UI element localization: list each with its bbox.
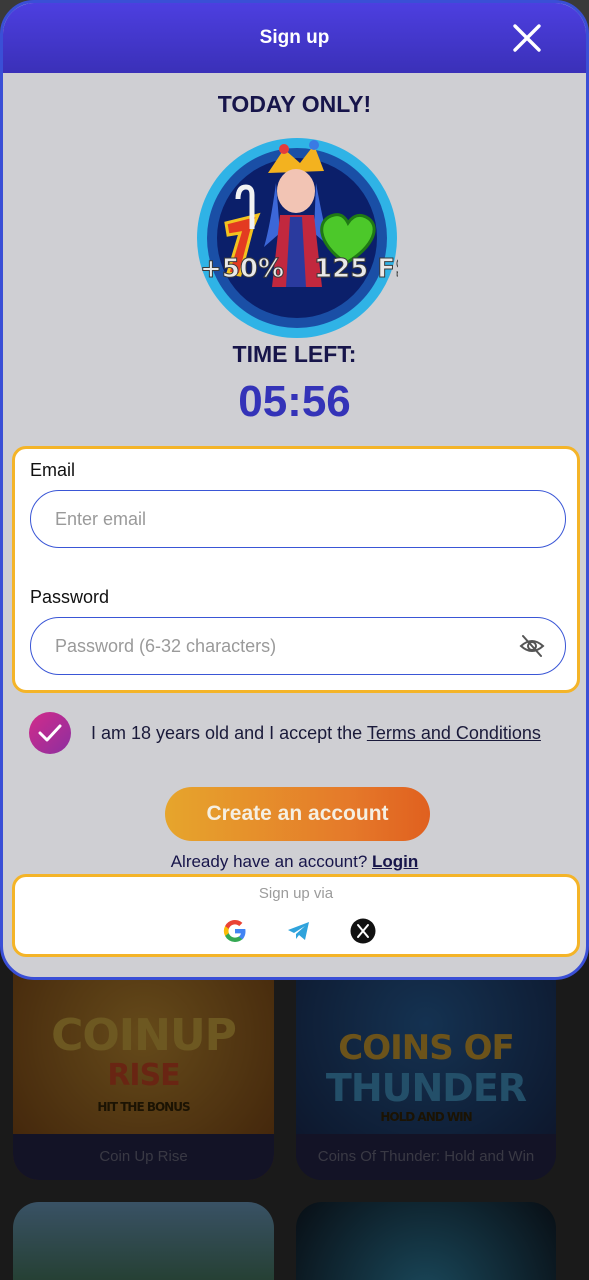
game-art-tagline: HIT THE BONUS xyxy=(97,1100,190,1114)
telegram-icon[interactable] xyxy=(286,918,312,944)
game-art-subtitle: THUNDER xyxy=(325,1066,527,1110)
checkmark-icon xyxy=(38,724,62,742)
terms-label: I am 18 years old and I accept the xyxy=(91,722,367,743)
login-link[interactable]: Login xyxy=(372,852,418,871)
terms-text: I am 18 years old and I accept the Terms… xyxy=(91,723,541,744)
game-art-title: COINUP xyxy=(51,1010,237,1061)
free-spins-text: 125 FS xyxy=(314,254,398,284)
games-grid: COINUP RISE HIT THE BONUS Coin Up Rise C… xyxy=(0,940,589,1280)
promo-badge: +50% 125 FS xyxy=(196,137,414,339)
countdown-timer: 05:56 xyxy=(238,377,351,426)
game-card-fisherman[interactable] xyxy=(13,1202,274,1280)
modal-title: Sign up xyxy=(259,27,330,48)
game-art-tagline: HOLD AND WIN xyxy=(380,1110,472,1124)
timer-label: TIME LEFT: xyxy=(232,341,357,367)
modal-header: Sign up xyxy=(3,3,586,73)
email-field[interactable] xyxy=(55,508,541,530)
email-field-wrapper[interactable] xyxy=(30,490,566,548)
google-icon[interactable] xyxy=(222,918,248,944)
password-field[interactable] xyxy=(55,635,519,657)
social-signup-title: Sign up via xyxy=(258,885,334,902)
game-title: Coins Of Thunder: Hold and Win xyxy=(296,1134,556,1180)
hide-password-icon[interactable] xyxy=(519,633,545,659)
game-art-title: COINS OF xyxy=(338,1028,514,1068)
terms-row: I am 18 years old and I accept the Terms… xyxy=(29,711,569,755)
promo-heading: TODAY ONLY! xyxy=(217,91,372,117)
terms-link[interactable]: Terms and Conditions xyxy=(367,723,541,743)
game-card-diamond[interactable] xyxy=(296,1202,556,1280)
game-title: Coin Up Rise xyxy=(13,1134,274,1180)
login-prompt-text: Already have an account? xyxy=(170,852,373,871)
bonus-percent-text: +50% xyxy=(200,254,284,284)
x-icon[interactable] xyxy=(350,918,376,944)
credentials-form: Email Password xyxy=(12,446,580,693)
login-prompt: Already have an account? Login xyxy=(3,852,586,872)
close-icon[interactable] xyxy=(512,23,542,53)
game-art-subtitle: RISE xyxy=(107,1058,180,1093)
password-label: Password xyxy=(30,587,110,607)
password-field-wrapper[interactable] xyxy=(30,617,566,675)
create-account-button[interactable]: Create an account xyxy=(165,787,430,841)
signup-modal: Sign up TODAY ONLY! +50% 125 F TIME LEFT… xyxy=(0,0,589,980)
email-label: Email xyxy=(30,460,76,480)
social-signup-box: Sign up via xyxy=(12,874,580,957)
terms-checkbox[interactable] xyxy=(29,712,71,754)
